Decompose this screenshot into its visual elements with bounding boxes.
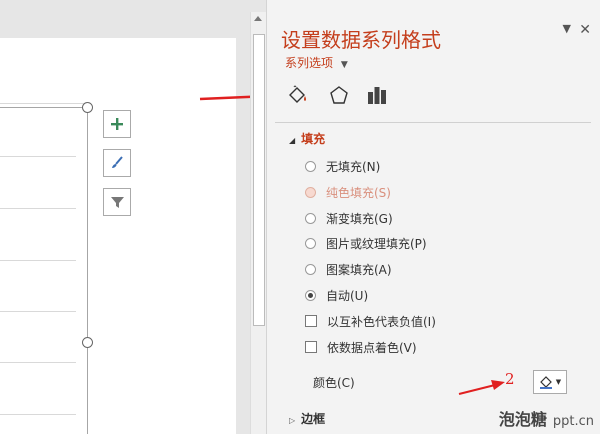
expanded-triangle-icon: ◢ [289,136,296,145]
option-label: 图案填充(A) [326,262,392,277]
watermark: 泡泡糖 ppt.cn [499,406,594,430]
option-label: 以互补色代表负值(I) [327,314,436,329]
color-label: 颜色(C) [313,375,355,390]
gridline [0,208,76,209]
checkbox-invert-negative[interactable]: 以互补色代表负值(I) [305,311,436,331]
paintbrush-icon [112,156,123,168]
watermark-domain: ppt.cn [552,414,594,429]
tab-fill-line[interactable] [283,80,311,110]
gridline [0,260,76,261]
radio-button[interactable] [305,237,316,249]
chart-filters-button[interactable] [103,188,131,216]
resize-handle-right-middle[interactable] [82,337,93,348]
fill-section-header[interactable]: ◢ 填充 [289,130,325,147]
radio-picture-fill[interactable]: 图片或纹理填充(P) [305,233,427,253]
fill-section-label: 填充 [301,132,326,146]
border-section-header[interactable]: ▷ 边框 [289,410,325,427]
chevron-down-icon: ▼ [340,60,348,70]
collapsed-triangle-icon: ▷ [289,416,296,425]
option-label: 依数据点着色(V) [327,340,417,355]
option-label: 渐变填充(G) [326,211,393,226]
vertical-scrollbar[interactable] [250,12,266,434]
close-icon[interactable]: ✕ [579,22,591,38]
gridline [0,156,76,157]
scroll-up-icon[interactable] [254,16,262,21]
scroll-thumb[interactable] [253,34,265,326]
chart-frame-top [0,107,87,108]
option-label: 无填充(N) [326,159,381,174]
radio-button[interactable] [305,263,316,275]
annotation-arrow [458,380,505,395]
tab-effects[interactable] [325,80,353,110]
paint-bucket-icon [539,376,552,389]
radio-pattern-fill[interactable]: 图案填充(A) [305,259,392,279]
option-label: 纯色填充(S) [326,185,391,200]
chart-elements-button[interactable] [103,110,131,138]
gridline [0,414,76,415]
checkbox[interactable] [305,341,317,353]
radio-button[interactable] [305,289,316,301]
watermark-brand: 泡泡糖 [498,410,547,429]
color-picker-button[interactable]: ▼ [533,370,567,394]
pane-options-icon[interactable]: ▼ [563,22,571,35]
gridline [0,103,86,104]
chart-frame-edge [87,108,88,434]
radio-button[interactable] [305,160,316,172]
series-options-label: 系列选项 [285,56,334,70]
tab-divider [275,122,591,123]
filter-icon [110,196,124,208]
checkbox-vary-colors[interactable]: 依数据点着色(V) [305,337,417,357]
border-section-label: 边框 [301,412,326,426]
gridline [0,311,76,312]
radio-automatic[interactable]: 自动(U) [305,285,368,305]
radio-gradient-fill[interactable]: 渐变填充(G) [305,208,393,228]
bar-chart-icon [368,87,386,104]
radio-button[interactable] [305,212,316,224]
radio-solid-fill[interactable]: 纯色填充(S) [305,182,391,202]
color-row: 颜色(C) [313,372,355,392]
annotation-marker: 2 [505,370,515,388]
option-label: 自动(U) [326,288,369,303]
series-options-dropdown[interactable]: 系列选项 ▼ [285,54,348,71]
option-label: 图片或纹理填充(P) [326,236,427,251]
pane-title: 设置数据系列格式 [281,28,441,52]
paint-bucket-icon [289,85,306,103]
plus-icon [111,118,123,130]
gridline [0,362,76,363]
radio-button[interactable] [305,186,316,198]
radio-no-fill[interactable]: 无填充(N) [305,156,380,176]
chevron-down-icon: ▼ [555,378,562,386]
resize-handle-top-right[interactable] [82,102,93,113]
tab-series-options[interactable] [363,80,391,110]
pentagon-icon [330,86,348,104]
chart-styles-button[interactable] [103,149,131,177]
checkbox[interactable] [305,315,317,327]
format-pane: 设置数据系列格式 ▼ ✕ 系列选项 ▼ ◢ 填充 无填充(N) 纯色填充(S) 渐… [266,0,600,434]
